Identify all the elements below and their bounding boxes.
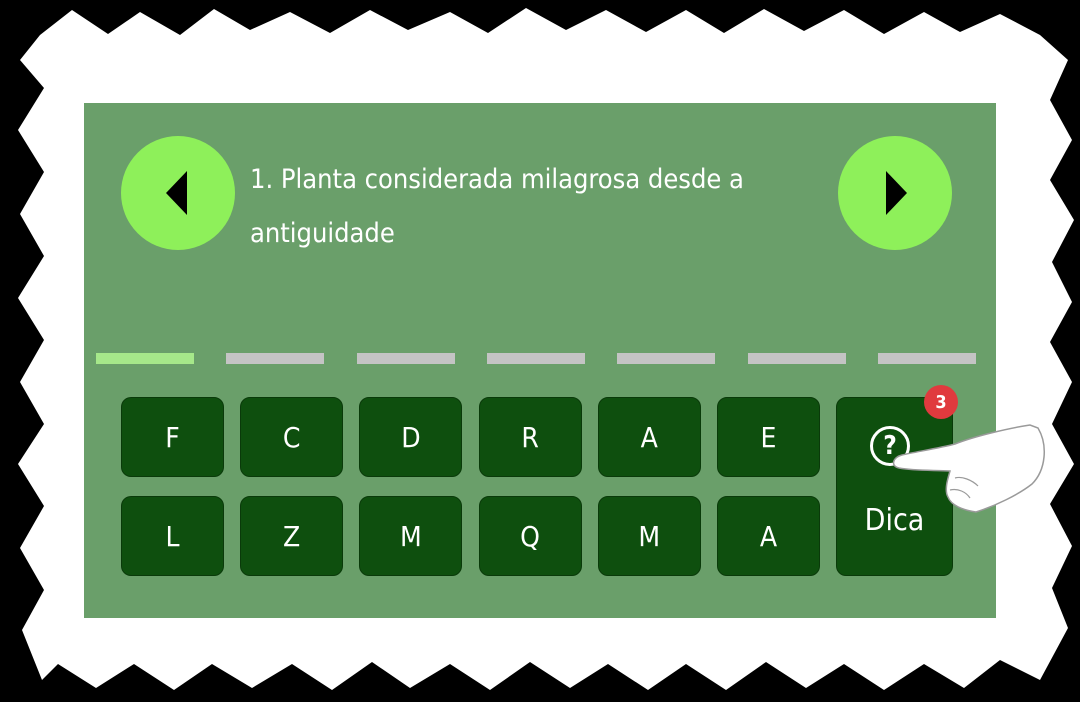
letter-key[interactable]: M [597,496,701,576]
letter-key[interactable]: Q [478,496,582,576]
letter-key[interactable]: D [359,397,463,477]
answer-slot [226,353,325,364]
clue-text: 1. Planta considerada milagrosa desde a … [250,164,744,249]
question-circle-icon: ? [870,426,910,466]
letter-key[interactable]: F [121,397,224,477]
letter-key[interactable]: A [597,397,701,477]
hint-count-badge: 3 [924,385,958,419]
hint-label: Dica [864,503,925,538]
answer-slot [356,353,455,364]
answer-slot [617,353,716,364]
letter-key[interactable]: R [478,397,582,477]
game-panel: 1. Planta considerada milagrosa desde a … [84,103,996,618]
answer-slot [486,353,585,364]
answer-slot [96,353,194,364]
letter-key[interactable]: E [717,397,820,477]
letter-key[interactable]: L [121,496,224,576]
triangle-right-icon [886,171,907,215]
next-clue-button[interactable] [838,136,952,250]
answer-slot [747,353,846,364]
answer-slot [877,353,976,364]
hint-button[interactable]: ? Dica [836,397,953,576]
triangle-left-icon [166,171,187,215]
letter-key[interactable]: M [359,496,463,576]
letter-key[interactable]: Z [240,496,344,576]
letter-key[interactable]: A [717,496,820,576]
prev-clue-button[interactable] [121,136,235,250]
letter-key[interactable]: C [240,397,344,477]
